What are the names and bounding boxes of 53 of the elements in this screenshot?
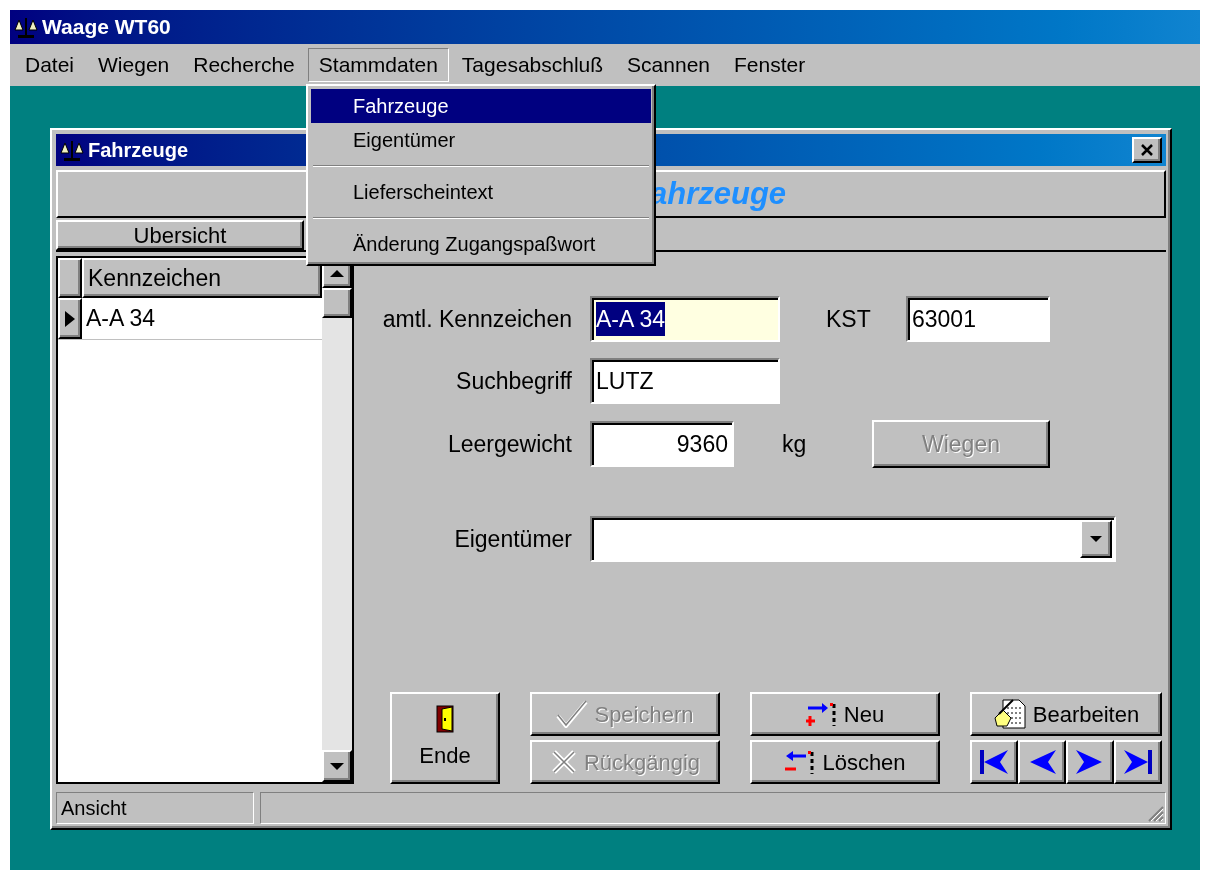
scroll-thumb[interactable] — [322, 288, 352, 318]
up-arrow-icon — [330, 269, 344, 277]
check-icon — [556, 700, 589, 728]
current-row-icon — [64, 309, 76, 328]
field-label: Suchbegriff — [455, 366, 573, 396]
menu-item[interactable]: Wiegen — [87, 48, 181, 82]
remove-record-icon — [784, 748, 817, 776]
menu-item[interactable]: Scannen — [616, 48, 721, 82]
action-button[interactable]: Löschen — [750, 740, 940, 784]
field-label: KST — [826, 304, 872, 334]
input-field[interactable]: LUTZ — [590, 358, 780, 404]
menu-item[interactable]: Recherche — [182, 48, 306, 82]
last-record-button[interactable] — [1114, 740, 1162, 784]
menu-item[interactable]: Eigentümer — [311, 123, 651, 157]
column-header: Kennzeichen — [82, 258, 322, 298]
menu-item[interactable]: Datei — [14, 48, 86, 82]
window-title: Fahrzeuge — [88, 138, 189, 163]
field-label: Leergewicht — [446, 429, 573, 459]
menu-item[interactable]: Fenster — [723, 48, 817, 82]
menu-item[interactable]: Änderung Zugangspaßwort — [311, 227, 651, 261]
caret-icon — [1090, 536, 1102, 542]
action-button[interactable]: Ende — [390, 692, 500, 784]
field-label: amtl. Kennzeichen — [381, 304, 573, 334]
edit-document-icon — [992, 698, 1027, 730]
input-field[interactable]: 9360 — [590, 421, 734, 467]
first-record-button[interactable] — [970, 740, 1018, 784]
menu-item[interactable]: Tagesabschluß — [450, 48, 615, 82]
status-text: Ansicht — [56, 792, 254, 824]
owner-dropdown[interactable] — [590, 516, 1116, 562]
close-button[interactable] — [1132, 137, 1162, 163]
menu-item[interactable]: Stammdaten — [307, 48, 449, 82]
header-title: ahrzeuge — [650, 174, 787, 213]
menu-item[interactable]: Lieferscheintext — [311, 175, 651, 209]
x-icon — [549, 748, 578, 776]
field-label: Eigentümer — [453, 524, 573, 554]
menu-item[interactable]: Fahrzeuge — [311, 89, 651, 123]
action-button[interactable]: Bearbeiten — [970, 692, 1162, 736]
scale-icon — [14, 16, 38, 38]
previous-record-button[interactable] — [1018, 740, 1066, 784]
scale-icon — [60, 139, 84, 161]
close-icon — [1140, 143, 1154, 157]
next-record-button[interactable] — [1066, 740, 1114, 784]
add-record-icon — [805, 700, 838, 728]
scroll-down-button[interactable] — [322, 750, 352, 782]
down-arrow-icon — [330, 762, 344, 770]
window-title: Waage WT60 — [42, 14, 171, 41]
door-icon — [436, 704, 454, 733]
action-button[interactable]: Neu — [750, 692, 940, 736]
input-field[interactable]: A-A 34 — [590, 296, 780, 342]
table-cell-text: A-A 34 — [85, 304, 157, 334]
dropdown-button[interactable] — [1080, 520, 1112, 558]
input-field[interactable]: 63001 — [906, 296, 1050, 342]
unit-label: kg — [782, 429, 808, 459]
